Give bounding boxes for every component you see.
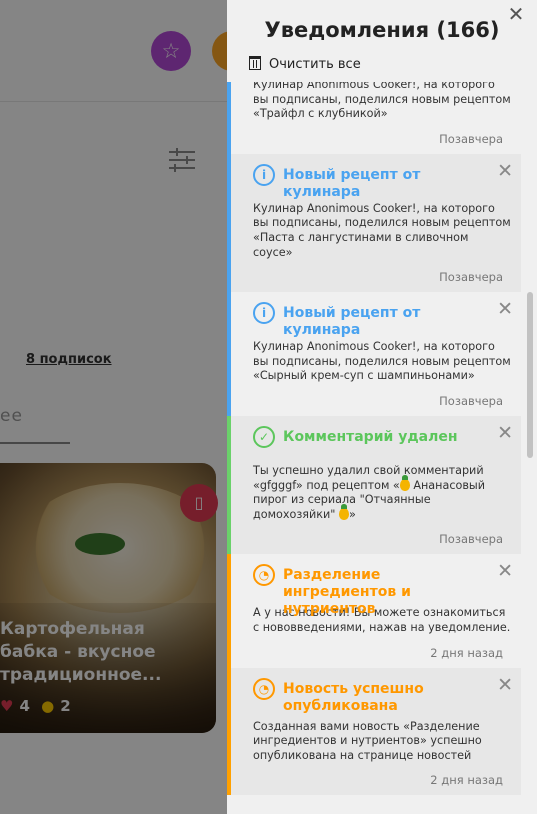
notification-title: Новость успешно опубликована xyxy=(283,680,424,714)
dismiss-notification-button[interactable]: ✕ xyxy=(497,422,513,444)
clear-all-button[interactable]: Очистить все xyxy=(249,56,361,72)
panel-title: Уведомления (166) xyxy=(264,18,500,42)
clear-all-label: Очистить все xyxy=(269,57,361,72)
info-icon: i xyxy=(253,302,275,325)
check-circle-icon: ✓ xyxy=(253,425,275,448)
notification-time: 2 дня назад xyxy=(430,645,503,660)
notification-header: ✓ Комментарий удален ✕ xyxy=(253,416,521,460)
notification-title: Разделение ингредиентов и нутриентов xyxy=(283,567,411,618)
notification-item[interactable]: ◔ Новость успешно опубликована ✕ Созданн… xyxy=(227,667,521,796)
notification-time: 2 дня назад xyxy=(430,773,503,788)
trash-icon xyxy=(249,56,261,70)
notification-title: Новый рецепт от кулинара xyxy=(283,305,421,339)
pineapple-emoji-icon xyxy=(339,503,350,520)
notification-text: Созданная вами новость «Разделение ингре… xyxy=(253,719,482,762)
notification-item[interactable]: i Новый рецепт от кулинара ✕ Кулинар Ano… xyxy=(227,153,521,293)
notification-item[interactable]: Кулинар Anonimous Cooker!, на которого в… xyxy=(227,78,521,154)
notifications-list: Кулинар Anonimous Cooker!, на которого в… xyxy=(227,78,521,796)
dismiss-notification-button[interactable]: ✕ xyxy=(497,560,513,582)
notification-text-part: » xyxy=(349,507,356,521)
notification-time: Позавчера xyxy=(439,131,503,146)
pineapple-emoji-icon xyxy=(399,474,410,491)
notification-text: Кулинар Anonimous Cooker!, на которого в… xyxy=(253,201,511,259)
notification-header: ◔ Новость успешно опубликована ✕ xyxy=(253,668,521,716)
notification-title: Комментарий удален xyxy=(283,428,458,445)
notification-time: Позавчера xyxy=(439,270,503,285)
dismiss-notification-button[interactable]: ✕ xyxy=(497,160,513,182)
info-icon: i xyxy=(253,163,275,186)
notification-item[interactable]: i Новый рецепт от кулинара ✕ Кулинар Ano… xyxy=(227,292,521,416)
dismiss-notification-button[interactable]: ✕ xyxy=(497,674,513,696)
notification-header: i Новый рецепт от кулинара ✕ xyxy=(253,154,521,200)
close-icon: ✕ xyxy=(507,2,525,26)
panel-header: Уведомления (166) ✕ Очистить все xyxy=(227,0,537,82)
clock-news-icon: ◔ xyxy=(253,677,275,700)
notification-time: Позавчера xyxy=(439,532,503,547)
close-panel-button[interactable]: ✕ xyxy=(505,2,527,26)
notifications-panel: Уведомления (166) ✕ Очистить все Кулинар… xyxy=(227,0,537,814)
notification-item[interactable]: ◔ Разделение ингредиентов и нутриентов ✕… xyxy=(227,554,521,668)
notification-time: Позавчера xyxy=(439,393,503,408)
notification-text: Кулинар Anonimous Cooker!, на которого в… xyxy=(253,78,511,121)
notification-text: Ты успешно удалил свой комментарий «gfgg… xyxy=(253,460,511,522)
notification-item[interactable]: ✓ Комментарий удален ✕ Ты успешно удалил… xyxy=(227,415,521,555)
notification-text: Кулинар Anonimous Cooker!, на которого в… xyxy=(253,340,511,383)
notification-header: i Новый рецепт от кулинара ✕ xyxy=(253,292,521,339)
clock-news-icon: ◔ xyxy=(253,564,275,587)
dismiss-notification-button[interactable]: ✕ xyxy=(497,298,513,320)
notification-header: ◔ Разделение ингредиентов и нутриентов ✕ xyxy=(253,554,521,617)
scrollbar-thumb[interactable] xyxy=(527,292,533,458)
notification-title: Новый рецепт от кулинара xyxy=(283,166,421,200)
